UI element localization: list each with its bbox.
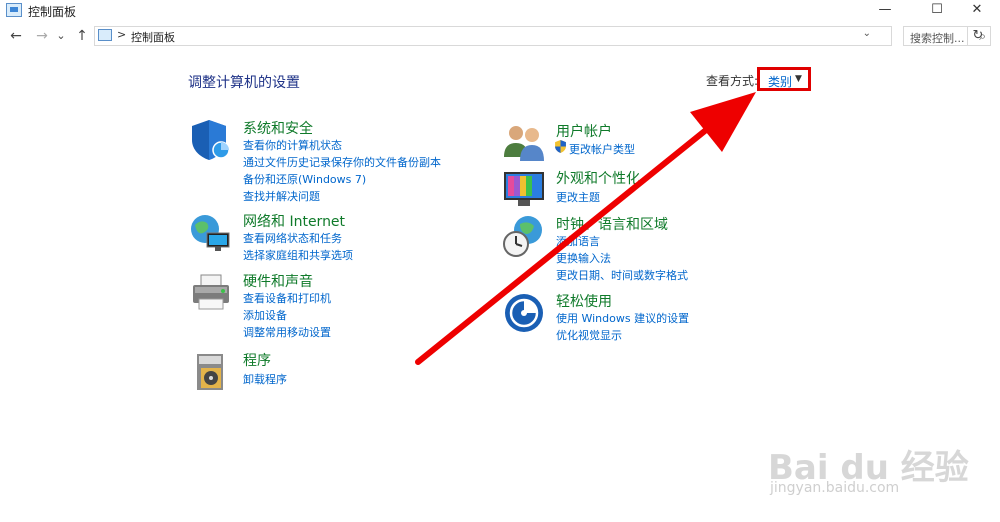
watermark-url: jingyan.baidu.com (770, 480, 900, 496)
